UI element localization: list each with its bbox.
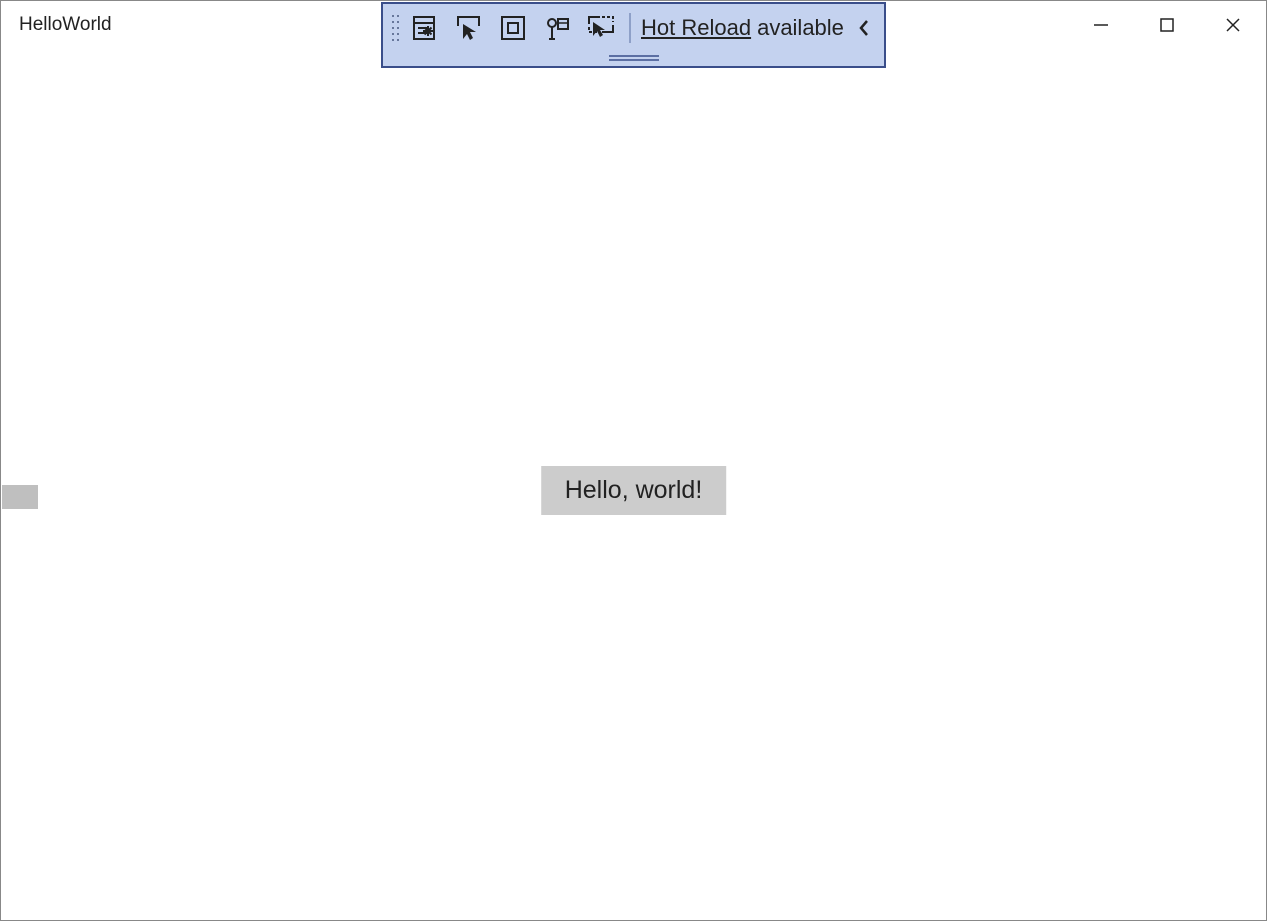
collapse-toolbar-button[interactable] [850, 14, 878, 42]
toolbar-drag-handle[interactable] [607, 54, 661, 62]
toolbar-separator [629, 13, 631, 43]
live-visual-tree-icon [411, 14, 439, 42]
window-controls [1068, 1, 1266, 49]
track-focused-element-button[interactable] [535, 10, 579, 46]
window-title: HelloWorld [19, 14, 112, 36]
chevron-left-icon [857, 18, 871, 38]
layout-adorners-icon [499, 14, 527, 42]
hot-reload-link[interactable]: Hot Reload [641, 15, 751, 41]
close-icon [1225, 17, 1241, 33]
live-visual-tree-button[interactable] [403, 10, 447, 46]
hello-world-button[interactable]: Hello, world! [541, 466, 727, 515]
xaml-debug-toolbar[interactable]: Hot Reload available [381, 2, 886, 68]
select-element-button[interactable] [447, 10, 491, 46]
grip-icon [391, 13, 401, 43]
hot-reload-status: Hot Reload available [637, 15, 848, 41]
hotpath-icon [543, 14, 571, 42]
maximize-icon [1159, 17, 1175, 33]
hot-reload-suffix: available [757, 15, 844, 41]
display-layout-adorners-button[interactable] [491, 10, 535, 46]
go-to-xaml-icon [586, 14, 616, 42]
debug-toolbar-row: Hot Reload available [383, 4, 884, 52]
select-element-icon [455, 14, 483, 42]
client-area: Hello, world! [2, 49, 1265, 919]
toolbar-grip[interactable] [389, 10, 403, 46]
app-window: HelloWorld Hello, world! [0, 0, 1267, 921]
minimize-button[interactable] [1068, 1, 1134, 49]
side-artifact [2, 485, 38, 509]
close-button[interactable] [1200, 1, 1266, 49]
maximize-button[interactable] [1134, 1, 1200, 49]
go-to-live-visual-tree-button[interactable] [579, 10, 623, 46]
minimize-icon [1093, 17, 1109, 33]
drag-handle-icon [607, 54, 661, 62]
